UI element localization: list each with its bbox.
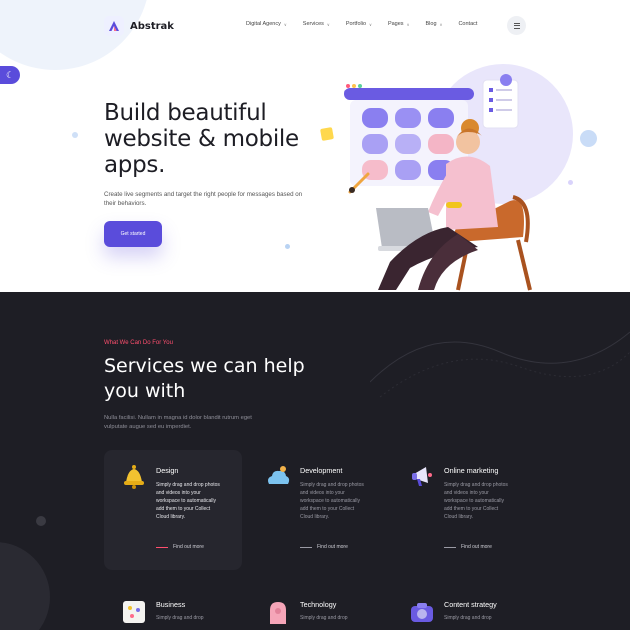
chevron-down-icon: ∨	[369, 21, 372, 27]
link-line	[300, 546, 312, 548]
logo-icon	[104, 16, 124, 36]
nav-label: Digital Agency	[246, 21, 281, 27]
nav-item-blog[interactable]: Blog ∨	[426, 21, 443, 27]
service-card-development[interactable]: Development Simply drag and drop photos …	[248, 450, 386, 570]
service-card-text: Simply drag and drop photos and videos i…	[156, 482, 220, 520]
service-card-text: Simply drag and drop photos and videos i…	[444, 482, 508, 520]
decorative-circle	[0, 542, 50, 630]
decorative-dot	[36, 516, 46, 526]
chevron-down-icon: ∨	[439, 21, 443, 27]
link-line	[444, 546, 456, 548]
chevron-down-icon: ∨	[326, 21, 330, 27]
site-header: Abstrak Digital Agency ∨ Services ∨ Portfo…	[0, 0, 630, 52]
hamburger-menu-button[interactable]	[507, 16, 526, 35]
nav-label: Services	[302, 21, 324, 27]
nav-item-portfolio[interactable]: Portfolio ∨	[346, 21, 372, 27]
nav-label: Pages	[387, 21, 404, 27]
nav-label: Portfolio	[345, 21, 367, 27]
chart-board-icon	[123, 601, 145, 623]
nav-item-digital-agency[interactable]: Digital Agency ∨	[246, 21, 287, 27]
find-out-more-link[interactable]: Find out more	[300, 544, 348, 550]
hero-illustration	[320, 64, 573, 291]
moon-icon: ☾	[5, 70, 15, 80]
service-card-title: Content strategy	[444, 600, 497, 609]
nav-item-services[interactable]: Services ∨	[303, 21, 330, 27]
service-card-title: Design	[156, 466, 179, 475]
hero-title: Build beautiful website & mobile apps.	[104, 100, 299, 178]
service-card-text: Simply drag and drop	[444, 615, 492, 621]
service-card-text: Simply drag and drop	[300, 615, 348, 621]
chevron-down-icon: ∨	[283, 21, 287, 27]
service-card-design[interactable]: Design Simply drag and drop photos and v…	[104, 450, 242, 570]
megaphone-icon	[412, 467, 432, 486]
service-card-business[interactable]: Business Simply drag and drop	[104, 590, 242, 630]
service-card-text: Simply drag and drop	[156, 615, 204, 621]
services-description: Nulla facilisi. Nullam in magna id dolor…	[104, 415, 252, 430]
service-card-title: Business	[156, 600, 186, 609]
chevron-down-icon: ∨	[406, 21, 410, 27]
service-card-online-marketing[interactable]: Online marketing Simply drag and drop ph…	[392, 450, 530, 570]
find-out-more-link[interactable]: Find out more	[156, 544, 204, 550]
chip-icon	[270, 602, 286, 624]
hamburger-icon-line	[513, 25, 520, 26]
main-nav: Digital Agency ∨ Services ∨ Portfolio ∨ Pag…	[246, 21, 477, 27]
nav-label: Contact	[458, 21, 478, 27]
get-started-button[interactable]: Get started	[104, 221, 162, 247]
nav-item-contact[interactable]: Contact	[458, 21, 477, 27]
service-card-title: Development	[300, 466, 343, 475]
hero-description: Create live segments and target the righ…	[104, 191, 303, 207]
service-card-content-strategy[interactable]: Content strategy Simply drag and drop	[392, 590, 530, 630]
camera-icon	[411, 603, 433, 622]
services-eyebrow: What We Can Do For You	[104, 340, 173, 346]
link-label: Find out more	[461, 544, 492, 550]
decorative-dot	[72, 132, 78, 138]
nav-label: Blog	[425, 21, 437, 27]
bell-icon	[124, 465, 144, 489]
hamburger-icon-line	[513, 27, 520, 29]
services-section: What We Can Do For You Services we can h…	[0, 292, 630, 630]
service-card-title: Technology	[300, 600, 337, 609]
logo-text: Abstrak	[130, 20, 174, 32]
service-card-text: Simply drag and drop photos and videos i…	[300, 482, 364, 520]
find-out-more-link[interactable]: Find out more	[444, 544, 492, 550]
cloud-icon	[268, 466, 290, 484]
link-label: Find out more	[317, 544, 348, 550]
hamburger-icon	[513, 22, 520, 24]
services-title: Services we can help you with	[104, 355, 305, 402]
link-line	[156, 546, 168, 548]
decorative-swirl	[370, 331, 630, 398]
logo[interactable]: Abstrak	[104, 16, 174, 36]
dark-mode-toggle[interactable]: ☾	[0, 66, 20, 84]
nav-item-pages[interactable]: Pages ∨	[388, 21, 410, 27]
hero-section: ☾ Abstrak Digital Agency ∨ Services ∨ Port…	[0, 0, 630, 292]
link-label: Find out more	[173, 544, 204, 550]
decorative-dot	[285, 244, 290, 249]
service-card-technology[interactable]: Technology Simply drag and drop	[248, 590, 386, 630]
service-card-title: Online marketing	[444, 466, 499, 475]
